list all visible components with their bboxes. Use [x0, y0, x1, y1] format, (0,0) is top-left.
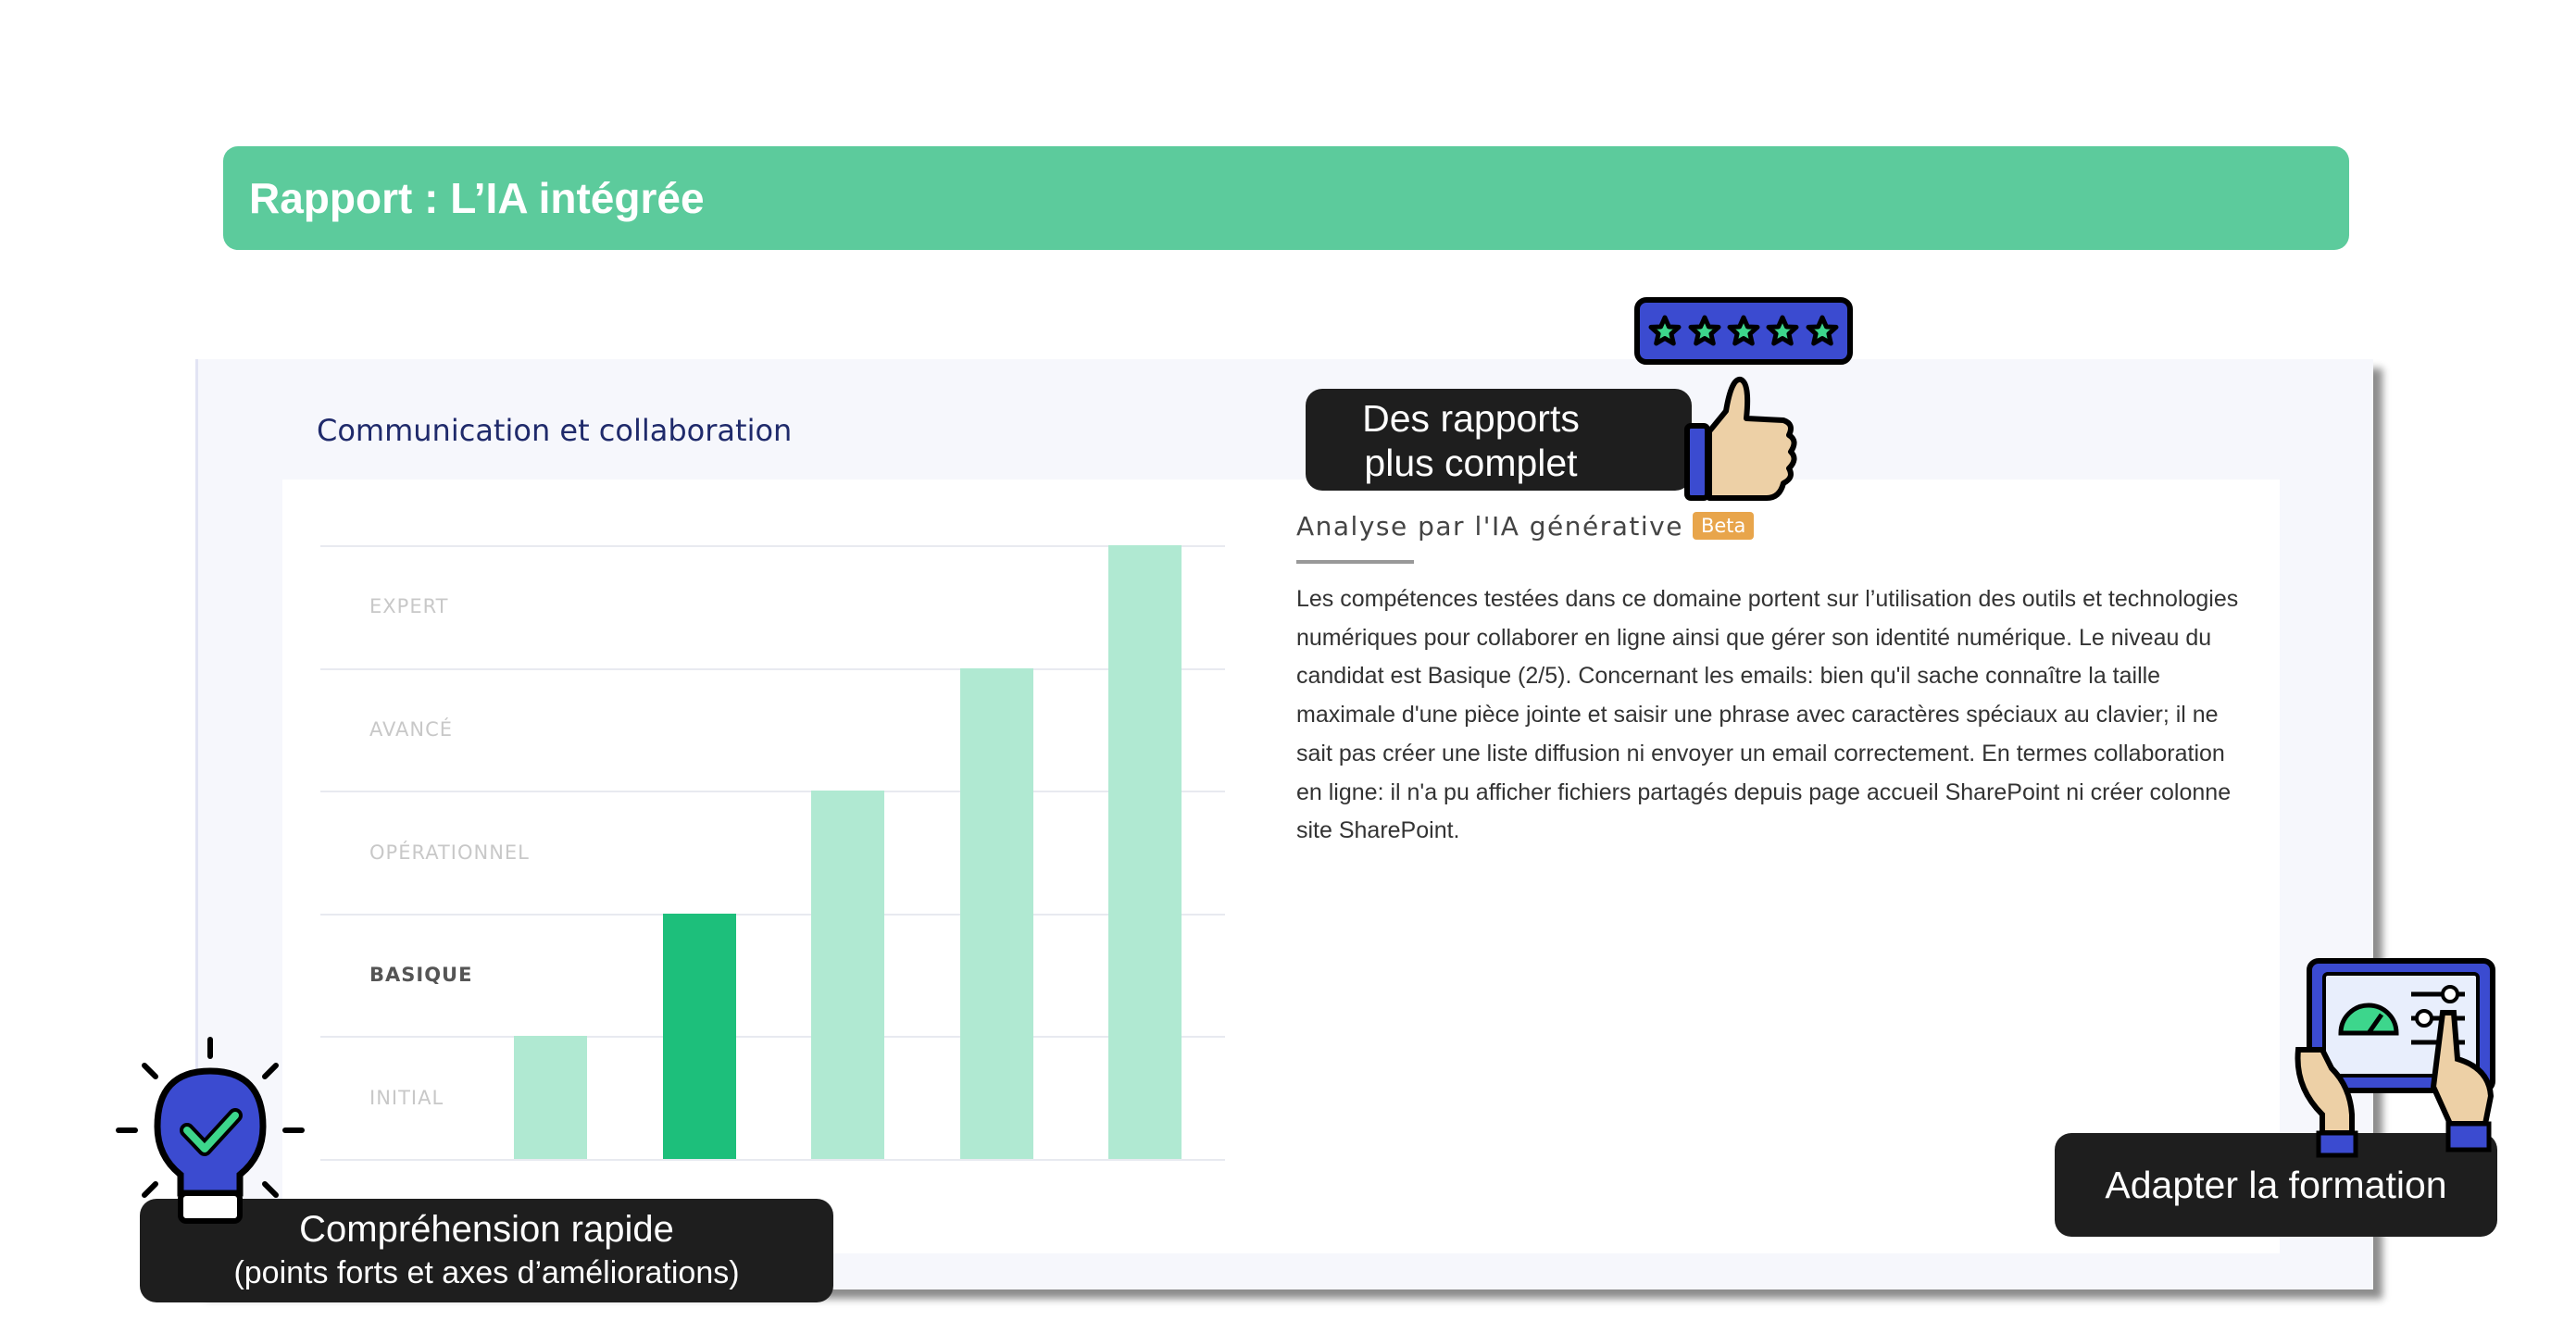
bar-candidate-level [662, 913, 736, 1159]
gridline [320, 791, 1225, 793]
y-label: OPÉRATIONNEL [369, 841, 530, 864]
y-label: AVANCÉ [369, 717, 454, 741]
report-title: Rapport : L’IA intégrée [249, 174, 705, 222]
gridline [320, 913, 1225, 916]
gridline [320, 545, 1225, 547]
bar-level [811, 791, 884, 1159]
gridline [320, 667, 1225, 670]
lightbulb-check-icon [116, 1037, 305, 1224]
analysis-underline [1296, 560, 1414, 564]
callout-reports-line1: Des rapports [1362, 397, 1580, 440]
y-label: INITIAL [369, 1086, 444, 1109]
domain-title: Communication et collaboration [317, 413, 793, 448]
gridline [320, 1159, 1225, 1161]
report-header: Rapport : L’IA intégrée [223, 146, 2349, 250]
thumbs-up-icon [1684, 376, 1797, 501]
beta-badge: Beta [1692, 512, 1755, 540]
analysis-text: Les compétences testées dans ce domaine … [1296, 586, 2239, 844]
five-star-rating-icon [1634, 297, 1853, 365]
analysis-title-text: Analyse par l'IA générative [1296, 511, 1683, 542]
bar-level [514, 1036, 587, 1159]
analysis-title: Analyse par l'IA générative Beta [1296, 511, 1755, 542]
callout-reports-line2: plus complet [1364, 442, 1578, 484]
callout-reports: Des rapports plus complet [1306, 389, 1692, 491]
y-label: EXPERT [369, 595, 449, 618]
bar-level [959, 667, 1033, 1159]
gridline [320, 1036, 1225, 1039]
callout-understanding-line2: (points forts et axes d’améliorations) [233, 1255, 740, 1290]
tablet-dashboard-icon [2295, 958, 2495, 1158]
bar-level [1108, 545, 1182, 1159]
y-label: BASIQUE [369, 964, 473, 987]
